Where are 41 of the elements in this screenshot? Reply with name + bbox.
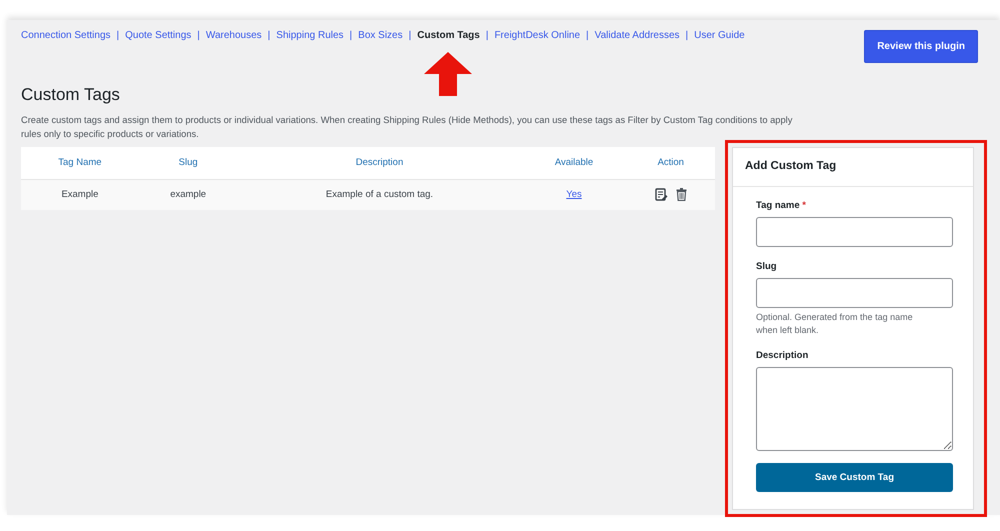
table-cell: Example: [21, 179, 139, 210]
page-title: Custom Tags: [21, 85, 121, 106]
nav-link-item[interactable]: Box Sizes: [358, 28, 403, 43]
save-button[interactable]: Save Custom Tag: [756, 463, 953, 492]
separator: |: [586, 29, 589, 43]
nav-link-item[interactable]: User Guide: [694, 28, 745, 43]
field-label: Slug: [756, 260, 777, 272]
column-header: Available: [521, 147, 627, 180]
column-header: Tag Name: [21, 147, 139, 180]
nav-link-item[interactable]: Validate Addresses: [594, 28, 680, 43]
table-cell: example: [138, 179, 238, 210]
column-header: Description: [237, 147, 522, 180]
nav-link-item[interactable]: Quote Settings: [125, 28, 192, 43]
nav-link-item[interactable]: FreightDesk Online: [494, 28, 580, 43]
review-plugin-button[interactable]: Review this plugin: [864, 30, 978, 63]
separator: |: [486, 29, 488, 43]
card-title: Add Custom Tag: [733, 148, 973, 187]
nav-link-item[interactable]: Connection Settings: [21, 28, 111, 43]
column-header: Action: [626, 147, 715, 180]
separator: |: [408, 29, 412, 43]
text-area[interactable]: [756, 367, 953, 452]
separator: |: [116, 29, 120, 43]
trash-icon[interactable]: [676, 188, 687, 201]
required-mark: *: [802, 200, 806, 211]
available-link[interactable]: Yes: [566, 189, 582, 200]
nav-link-item[interactable]: Warehouses: [206, 28, 262, 43]
input-field[interactable]: [756, 216, 953, 247]
column-header: Slug: [138, 147, 238, 180]
intro-paragraph: Create custom tags and assign them to products or individual variations. When creating Shipping Rules (Hide Methods), you can use these tags as Filter by Custom Tag conditions to apply rules only to specific products or variations.: [21, 114, 794, 142]
edit-icon[interactable]: [654, 188, 668, 201]
separator: |: [686, 29, 688, 43]
field-label: Description: [756, 350, 808, 362]
nav-link-item[interactable]: Custom Tags: [417, 28, 480, 43]
input-field[interactable]: [756, 278, 953, 308]
separator: |: [197, 29, 200, 43]
nav-link-item[interactable]: Shipping Rules: [276, 28, 344, 43]
help-text: Optional. Generated from the tag name when left blank.: [756, 311, 914, 338]
separator: |: [268, 29, 270, 43]
table-cell: Example of a custom tag.: [237, 179, 522, 210]
separator: |: [350, 29, 352, 43]
field-label: Tag name: [756, 200, 800, 211]
